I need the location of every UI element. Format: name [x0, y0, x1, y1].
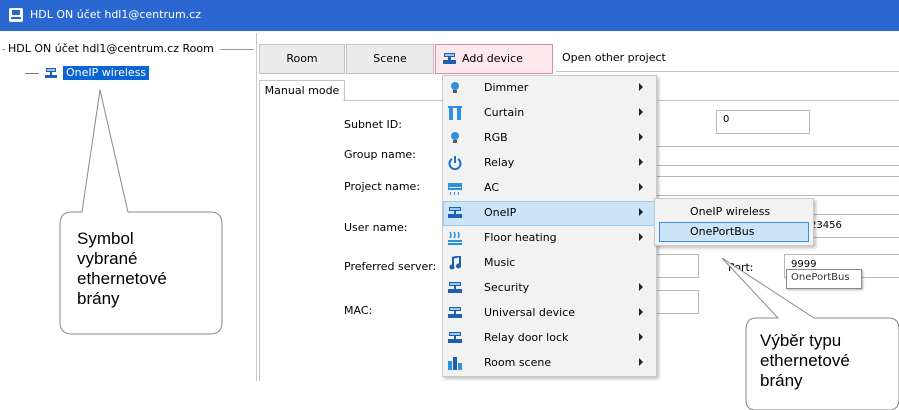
right-callout-text: Výběr typu ethernetové brány: [760, 331, 850, 390]
left-callout-text: Symbol vybrané ethernetové brány: [77, 229, 167, 308]
